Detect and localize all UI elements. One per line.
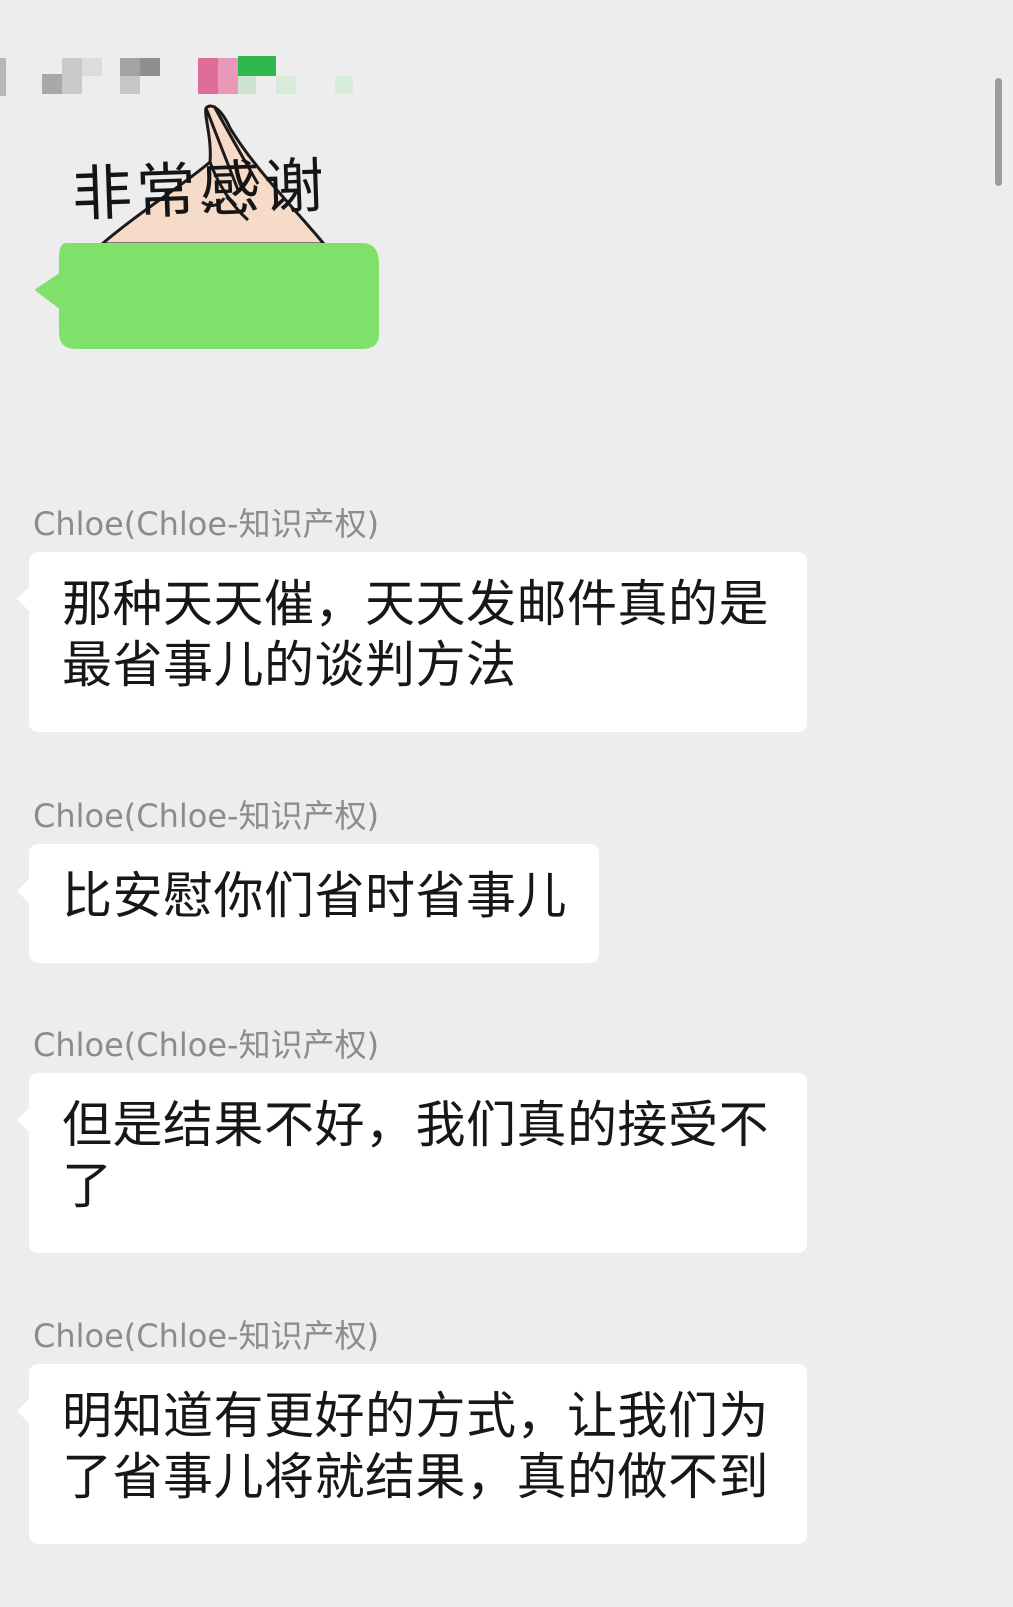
- message-text: 那种天天催，天天发邮件真的是 最省事儿的谈判方法: [62, 575, 769, 694]
- message-bubble[interactable]: 那种天天催，天天发邮件真的是 最省事儿的谈判方法: [17, 552, 807, 732]
- sender-name: Chloe(Chloe-知识产权): [33, 1317, 380, 1355]
- message-text: 明知道有更好的方式，让我们为 了省事儿将就结果，真的做不到: [62, 1387, 769, 1506]
- message-text: 但是结果不好，我们真的接受不 了: [62, 1096, 769, 1215]
- message-bubble[interactable]: 明知道有更好的方式，让我们为 了省事儿将就结果，真的做不到: [17, 1364, 807, 1544]
- message-text: 比安慰你们省时省事儿: [62, 867, 567, 925]
- pixelated-sender-name: [0, 50, 380, 96]
- sender-name: Chloe(Chloe-知识产权): [33, 797, 380, 835]
- scrollbar[interactable]: [995, 78, 1002, 186]
- sender-name: Chloe(Chloe-知识产权): [33, 505, 380, 543]
- sticker-caption: 非常感谢: [70, 151, 330, 231]
- chat-message-area[interactable]: 非常感谢 Chloe(Chloe-知识产权) 那种天天催，天天发邮件真的是 最省…: [0, 0, 1013, 1607]
- message-bubble[interactable]: 比安慰你们省时省事儿: [17, 844, 599, 963]
- message-bubble[interactable]: 但是结果不好，我们真的接受不 了: [17, 1073, 807, 1253]
- sender-name: Chloe(Chloe-知识产权): [33, 1026, 380, 1064]
